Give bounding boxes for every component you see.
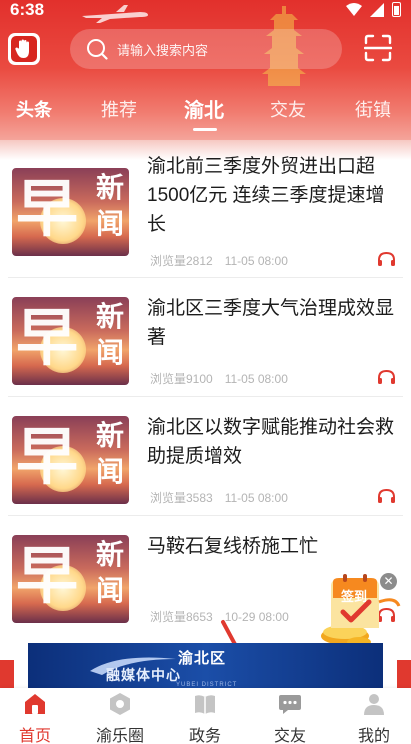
nav-yulequan-label: 渝乐圈 bbox=[95, 728, 144, 744]
news-item[interactable]: 早 新 闻 渝北区以数字赋能推动社会救助提质增效 浏览量3583 11-05 08… bbox=[0, 398, 411, 516]
news-views: 浏览量8653 bbox=[150, 610, 213, 624]
thumb-char-big: 早 bbox=[16, 539, 79, 612]
thumb-char-big: 早 bbox=[16, 420, 79, 493]
nav-jiaoyou[interactable]: 交友 bbox=[249, 688, 331, 744]
news-views: 浏览量3583 bbox=[150, 491, 213, 505]
news-thumbnail: 早 新 闻 bbox=[12, 168, 129, 256]
status-icons bbox=[346, 2, 401, 17]
status-time: 6:38 bbox=[10, 0, 45, 19]
news-date: 11-05 08:00 bbox=[224, 491, 288, 505]
nav-mine-label: 我的 bbox=[357, 728, 390, 744]
tab-tuijian[interactable]: 推荐 bbox=[101, 96, 137, 122]
banner-side-left bbox=[0, 660, 14, 688]
channel-tabs: 头条 推荐 渝北 交友 街镇 bbox=[0, 88, 411, 134]
news-item[interactable]: 早 新 闻 渝北区三季度大气治理成效显著 浏览量9100 11-05 08:00 bbox=[0, 279, 411, 397]
scan-icon[interactable] bbox=[364, 34, 392, 62]
banner-title: 渝北区 bbox=[178, 650, 227, 667]
news-title: 渝北区三季度大气治理成效显著 bbox=[147, 298, 395, 348]
tab-toutiao[interactable]: 头条 bbox=[16, 96, 52, 122]
nav-yulequan[interactable]: 渝乐圈 bbox=[79, 688, 161, 744]
tab-jiezhen[interactable]: 街镇 bbox=[355, 96, 391, 122]
thumb-char-xin: 新 bbox=[96, 419, 125, 452]
bottom-nav: 首页 渝乐圈 政务 交友 我的 bbox=[0, 688, 411, 744]
banner-side-right bbox=[397, 660, 411, 688]
news-thumbnail: 早 新 闻 bbox=[12, 535, 129, 623]
headphones-icon[interactable] bbox=[377, 251, 396, 267]
news-thumbnail: 早 新 闻 bbox=[12, 297, 129, 385]
nav-home[interactable]: 首页 bbox=[0, 688, 76, 744]
close-icon[interactable]: ✕ bbox=[380, 573, 397, 590]
news-item[interactable]: 早 新 闻 渝北前三季度外贸进出口超1500亿元 连续三季度提速增长 浏览量28… bbox=[0, 156, 411, 278]
sign-in-label: 签到 bbox=[340, 589, 367, 604]
promo-banner[interactable]: 渝北区 融媒体中心 YUBEI DISTRICT bbox=[28, 643, 383, 690]
thumb-char-wen: 闻 bbox=[96, 336, 125, 369]
banner-subtitle: 融媒体中心 bbox=[106, 667, 181, 683]
signal-icon bbox=[370, 2, 384, 17]
wifi-icon bbox=[346, 2, 362, 16]
news-date: 11-05 08:00 bbox=[224, 372, 288, 386]
thumb-char-xin: 新 bbox=[96, 171, 125, 204]
thumb-char-big: 早 bbox=[16, 301, 79, 374]
thumb-char-wen: 闻 bbox=[96, 574, 125, 607]
thumb-char-xin: 新 bbox=[96, 538, 125, 571]
active-tab-indicator bbox=[193, 128, 217, 131]
headphones-icon[interactable] bbox=[377, 488, 396, 504]
news-thumbnail: 早 新 闻 bbox=[12, 416, 129, 504]
search-placeholder: 请输入搜索内容 bbox=[117, 42, 209, 58]
headphones-icon[interactable] bbox=[377, 369, 396, 385]
search-icon bbox=[87, 39, 108, 60]
divider bbox=[8, 277, 403, 278]
search-input[interactable]: 请输入搜索内容 bbox=[70, 29, 342, 69]
home-icon bbox=[25, 694, 45, 714]
thumb-char-xin: 新 bbox=[96, 300, 125, 333]
thumb-char-wen: 闻 bbox=[96, 455, 125, 488]
thumb-char-big: 早 bbox=[16, 172, 79, 245]
status-bar: 6:38 bbox=[0, 0, 411, 24]
news-title: 马鞍石复线桥施工忙 bbox=[147, 536, 319, 557]
government-icon bbox=[195, 695, 215, 714]
nav-zhengwu[interactable]: 政务 bbox=[164, 688, 246, 744]
thumb-char-wen: 闻 bbox=[96, 207, 125, 240]
nav-zhengwu-label: 政务 bbox=[188, 728, 221, 744]
divider bbox=[8, 515, 403, 516]
circle-icon bbox=[110, 693, 130, 715]
news-title: 渝北前三季度外贸进出口超1500亿元 连续三季度提速增长 bbox=[147, 156, 385, 235]
nav-home-label: 首页 bbox=[18, 728, 51, 744]
news-title: 渝北区以数字赋能推动社会救助提质增效 bbox=[147, 417, 395, 467]
hand-logo-icon bbox=[11, 36, 37, 62]
battery-icon bbox=[392, 2, 401, 17]
profile-icon bbox=[364, 694, 384, 715]
news-views: 浏览量9100 bbox=[150, 372, 213, 386]
tab-jiaoyou[interactable]: 交友 bbox=[270, 96, 306, 122]
tab-yubei[interactable]: 渝北 bbox=[184, 94, 224, 123]
nav-mine[interactable]: 我的 bbox=[333, 688, 411, 744]
news-meta: 浏览量2812 11-05 08:00 bbox=[150, 252, 288, 269]
news-meta: 浏览量3583 11-05 08:00 bbox=[150, 489, 288, 506]
news-date: 11-05 08:00 bbox=[224, 254, 288, 268]
chat-icon bbox=[279, 695, 301, 714]
divider bbox=[8, 396, 403, 397]
news-views: 浏览量2812 bbox=[150, 254, 213, 268]
app-logo[interactable] bbox=[8, 33, 40, 65]
nav-jiaoyou-label: 交友 bbox=[273, 728, 306, 744]
news-meta: 浏览量9100 11-05 08:00 bbox=[150, 370, 288, 387]
